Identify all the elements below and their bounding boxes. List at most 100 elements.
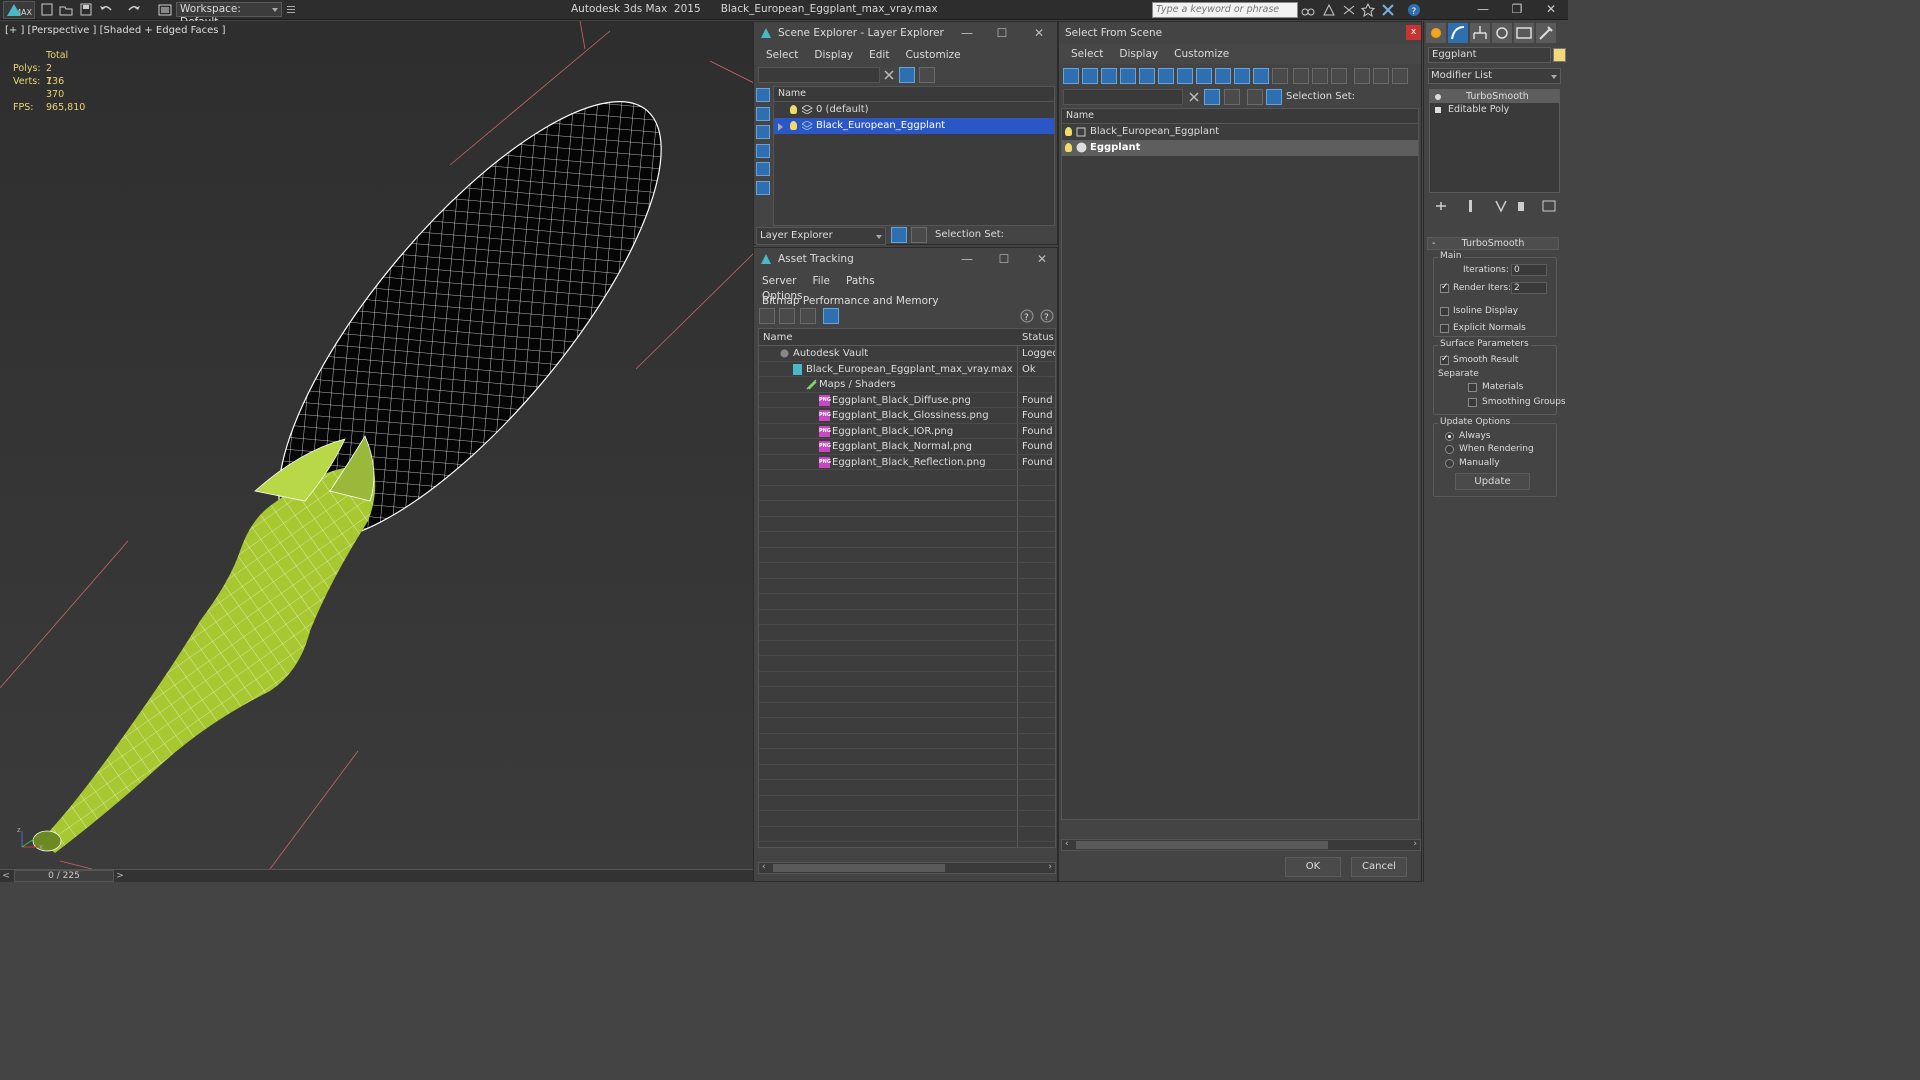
- help-icon[interactable]: ?: [1020, 309, 1034, 323]
- isoline-display-checkbox[interactable]: [1440, 307, 1449, 316]
- save-file-icon[interactable]: [79, 3, 93, 16]
- menu-display[interactable]: Display: [806, 45, 861, 65]
- display-lights-icon[interactable]: [756, 125, 770, 139]
- favorites-star-icon[interactable]: [1360, 2, 1376, 18]
- scene-explorer-maximize-button[interactable]: ☐: [985, 22, 1019, 44]
- menu-edit[interactable]: Edit: [861, 45, 897, 65]
- thumbnail-view-icon[interactable]: [800, 308, 816, 324]
- expand-arrow-icon[interactable]: [778, 123, 783, 131]
- hierarchy-icon[interactable]: [911, 227, 927, 243]
- light-bulb-icon[interactable]: [1065, 127, 1072, 136]
- asset-row-max-file[interactable]: Black_European_Eggplant_max_vray.max Ok: [759, 362, 1055, 377]
- tools-x-icon[interactable]: [1381, 3, 1395, 17]
- display-lights-icon[interactable]: [1101, 68, 1117, 84]
- time-slider[interactable]: < 0 / 225 >: [0, 869, 754, 882]
- asset-table-horizontal-scrollbar[interactable]: ‹ ›: [758, 862, 1056, 874]
- turbosmooth-rollout-header[interactable]: - TurboSmooth: [1427, 237, 1559, 250]
- cancel-button[interactable]: Cancel: [1351, 857, 1407, 877]
- select-from-scene-close-button[interactable]: x: [1406, 25, 1421, 40]
- asset-row-reflection[interactable]: PNG Eggplant_Black_Reflection.png Found: [759, 455, 1055, 470]
- clear-search-icon[interactable]: [883, 69, 895, 81]
- menu-customize[interactable]: Customize: [1166, 44, 1237, 64]
- motion-tab-icon[interactable]: [1492, 23, 1512, 43]
- explicit-normals-checkbox[interactable]: [1440, 324, 1449, 333]
- display-bones-icon[interactable]: [1215, 68, 1231, 84]
- table-view-icon[interactable]: [823, 308, 839, 324]
- layer-tree-name-header[interactable]: Name: [774, 87, 1054, 102]
- menu-display[interactable]: Display: [1111, 44, 1166, 64]
- scene-explorer-find-input[interactable]: [758, 67, 880, 83]
- find-options-icon[interactable]: [1224, 89, 1240, 105]
- minimize-button[interactable]: —: [1466, 0, 1500, 20]
- display-geometry-icon[interactable]: [756, 88, 770, 102]
- project-folder-icon[interactable]: [158, 3, 172, 16]
- remove-modifier-icon[interactable]: [1514, 199, 1528, 213]
- display-hidden-icon[interactable]: [1272, 68, 1288, 84]
- create-tab-icon[interactable]: [1426, 23, 1446, 43]
- refresh-icon[interactable]: [759, 308, 775, 324]
- find-options-icon[interactable]: [919, 67, 935, 83]
- light-bulb-icon[interactable]: [1434, 93, 1442, 101]
- smoothing-groups-checkbox[interactable]: [1468, 398, 1477, 407]
- menu-options[interactable]: Options: [754, 286, 811, 306]
- display-spacewarps-icon[interactable]: [756, 180, 770, 195]
- open-file-icon[interactable]: [59, 3, 73, 16]
- smooth-result-checkbox[interactable]: [1440, 354, 1449, 365]
- subscription-center-icon[interactable]: [1322, 3, 1336, 17]
- layer-row-eggplant[interactable]: Black_European_Eggplant: [774, 118, 1054, 134]
- modify-tab-icon[interactable]: [1448, 23, 1468, 43]
- asset-tracking-minimize-button[interactable]: —: [950, 248, 984, 270]
- iterations-spinner[interactable]: 0: [1511, 264, 1547, 276]
- render-iters-checkbox[interactable]: [1440, 282, 1449, 293]
- render-iters-spinner[interactable]: 2: [1511, 282, 1547, 294]
- redo-icon[interactable]: [127, 3, 141, 16]
- modifier-stack-item-editable-poly[interactable]: Editable Poly: [1430, 103, 1559, 116]
- scene-explorer-minimize-button[interactable]: —: [950, 22, 984, 44]
- menu-customize[interactable]: Customize: [897, 45, 968, 65]
- asset-row-diffuse[interactable]: PNG Eggplant_Black_Diffuse.png Found: [759, 393, 1055, 408]
- object-list-horizontal-scrollbar[interactable]: ‹ ›: [1061, 839, 1421, 851]
- settings-icon[interactable]: ?: [1040, 309, 1054, 323]
- display-helpers-icon[interactable]: [1139, 68, 1155, 84]
- keyword-search-input[interactable]: Type a keyword or phrase: [1152, 2, 1298, 18]
- asset-row-normal[interactable]: PNG Eggplant_Black_Normal.png Found: [759, 439, 1055, 455]
- communication-center-icon[interactable]: [1342, 3, 1356, 17]
- layer-row-default[interactable]: 0 (default): [774, 102, 1054, 118]
- object-name-field[interactable]: Eggplant: [1428, 47, 1551, 63]
- object-list-name-header[interactable]: Name: [1062, 109, 1418, 124]
- light-bulb-icon[interactable]: [790, 105, 797, 114]
- select-invert-icon[interactable]: [1331, 68, 1347, 84]
- time-slider-next-button[interactable]: >: [114, 870, 126, 882]
- ok-button[interactable]: OK: [1285, 857, 1341, 877]
- restore-button[interactable]: ❐: [1500, 0, 1534, 20]
- update-when-rendering-radio[interactable]: [1445, 445, 1454, 454]
- display-frozen-icon[interactable]: [1253, 68, 1269, 84]
- display-cameras-icon[interactable]: [1120, 68, 1136, 84]
- time-slider-thumb[interactable]: 0 / 225: [14, 870, 114, 882]
- display-tab-icon[interactable]: [1514, 23, 1534, 43]
- object-row-eggplant[interactable]: Eggplant: [1062, 140, 1418, 156]
- materials-checkbox[interactable]: [1468, 383, 1477, 392]
- display-shapes-icon[interactable]: [756, 106, 770, 121]
- asset-row-maps-shaders[interactable]: Maps / Shaders: [759, 377, 1055, 393]
- menu-select[interactable]: Select: [1063, 44, 1111, 64]
- object-color-swatch[interactable]: [1553, 48, 1566, 62]
- update-button[interactable]: Update: [1455, 473, 1530, 490]
- scene-explorer-close-button[interactable]: ✕: [1022, 22, 1056, 44]
- modifier-stack-item-turbosmooth[interactable]: TurboSmooth: [1430, 90, 1559, 103]
- select-from-scene-find-input[interactable]: [1063, 89, 1183, 105]
- asset-tracking-maximize-button[interactable]: ☐: [987, 248, 1021, 270]
- help-icon[interactable]: ?: [1407, 3, 1421, 17]
- configure-modifier-sets-icon[interactable]: [1542, 199, 1556, 213]
- object-row-black-european-eggplant[interactable]: Black_European_Eggplant: [1062, 124, 1418, 140]
- utilities-tab-icon[interactable]: [1536, 23, 1556, 43]
- sort-icon[interactable]: [1373, 68, 1389, 84]
- light-bulb-icon[interactable]: [1065, 143, 1072, 152]
- filter-toggle-icon[interactable]: [1204, 89, 1220, 105]
- viewport-label[interactable]: [+ ] [Perspective ] [Shaded + Edged Face…: [5, 25, 226, 36]
- menu-select[interactable]: Select: [758, 45, 806, 65]
- undo-icon[interactable]: [99, 3, 113, 16]
- select-none-icon[interactable]: [1312, 68, 1328, 84]
- filter-icon[interactable]: [1354, 68, 1370, 84]
- select-all-icon[interactable]: [1293, 68, 1309, 84]
